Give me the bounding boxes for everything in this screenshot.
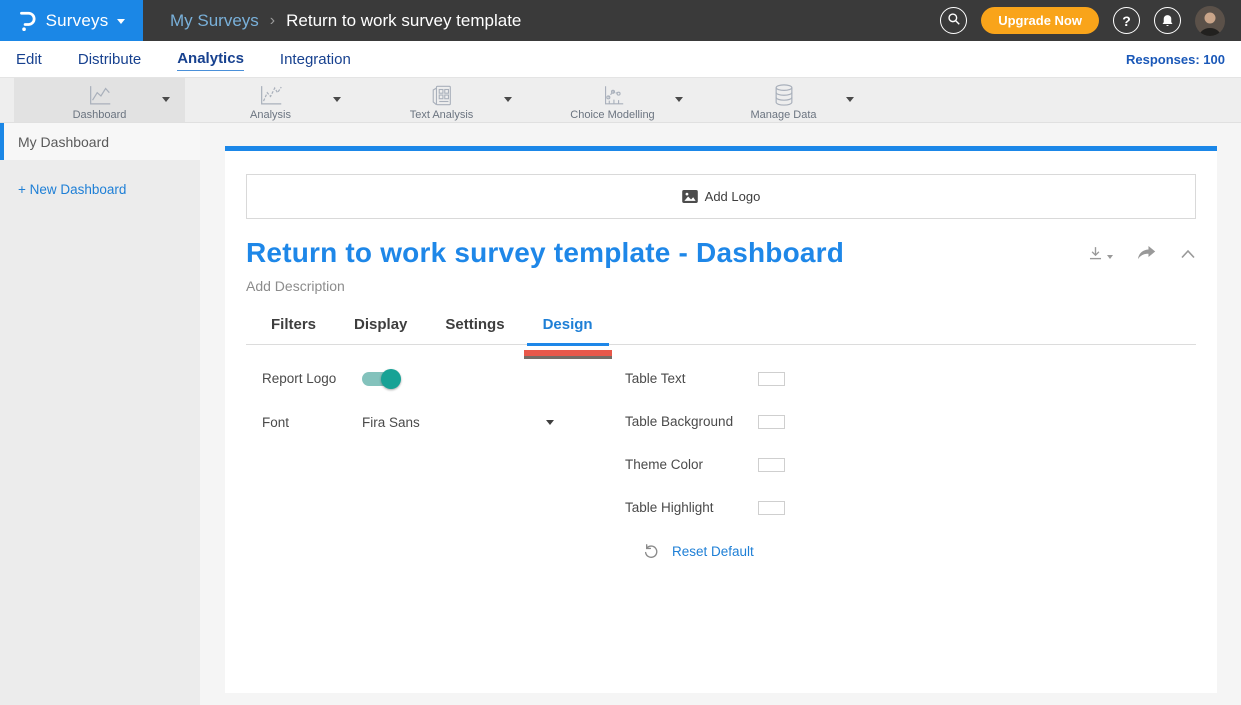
toggle-knob	[381, 369, 401, 389]
toolbar-analysis[interactable]: Analysis	[185, 78, 356, 122]
image-icon	[682, 190, 698, 203]
chevron-down-icon[interactable]	[333, 97, 341, 102]
dashboard-actions	[1087, 237, 1196, 262]
breadcrumb-my-surveys[interactable]: My Surveys	[170, 11, 259, 31]
active-tab-underline	[527, 343, 609, 346]
tab-design-label: Design	[543, 316, 593, 333]
table-text-label: Table Text	[625, 371, 758, 386]
new-dashboard-button[interactable]: + New Dashboard	[18, 182, 200, 197]
report-logo-toggle[interactable]	[362, 372, 398, 386]
toolbar-dashboard[interactable]: Dashboard	[14, 78, 185, 122]
database-icon	[772, 83, 796, 107]
toolbar-item-label: Analysis	[250, 109, 291, 121]
analytics-toolbar: Dashboard Analysis Text Analysis Choice …	[0, 78, 1241, 123]
page-title: Return to work survey template - Dashboa…	[246, 237, 844, 269]
sidebar-item-my-dashboard[interactable]: My Dashboard	[0, 123, 200, 160]
add-logo-label: Add Logo	[705, 189, 761, 204]
download-button[interactable]	[1087, 245, 1113, 262]
toolbar-item-label: Text Analysis	[410, 109, 474, 121]
tab-integration[interactable]: Integration	[280, 49, 351, 70]
chevron-down-icon[interactable]	[675, 97, 683, 102]
collapse-button[interactable]	[1180, 249, 1196, 259]
tab-design[interactable]: Design	[543, 316, 593, 344]
table-background-swatch[interactable]	[758, 415, 785, 429]
tab-settings[interactable]: Settings	[445, 316, 504, 344]
toolbar-item-label: Dashboard	[73, 109, 127, 121]
responses-count[interactable]: Responses: 100	[1126, 52, 1225, 67]
toolbar-choice-modelling[interactable]: Choice Modelling	[527, 78, 698, 122]
search-button[interactable]	[940, 7, 967, 34]
toolbar-manage-data[interactable]: Manage Data	[698, 78, 869, 122]
add-logo-dropzone[interactable]: Add Logo	[246, 174, 1196, 219]
chevron-down-icon	[546, 420, 554, 425]
line-chart-icon	[86, 83, 114, 107]
chevron-down-icon[interactable]	[846, 97, 854, 102]
notifications-button[interactable]	[1154, 7, 1181, 34]
table-text-swatch[interactable]	[758, 372, 785, 386]
table-highlight-swatch[interactable]	[758, 501, 785, 515]
toolbar-text-analysis[interactable]: Text Analysis	[356, 78, 527, 122]
user-avatar[interactable]	[1195, 6, 1225, 36]
chevron-down-icon[interactable]	[504, 97, 512, 102]
breadcrumb-current: Return to work survey template	[286, 11, 521, 31]
topbar-actions: Upgrade Now ?	[940, 0, 1241, 41]
font-label: Font	[262, 415, 362, 430]
breadcrumb-separator: ›	[270, 12, 275, 30]
tab-display[interactable]: Display	[354, 316, 407, 344]
reset-icon	[643, 543, 659, 559]
dashboard-card: Add Logo Return to work survey template …	[225, 146, 1217, 693]
chevron-down-icon	[117, 19, 125, 24]
topbar: Surveys My Surveys › Return to work surv…	[0, 0, 1241, 41]
dashboard-sidebar: My Dashboard + New Dashboard	[0, 123, 200, 705]
breadcrumb: My Surveys › Return to work survey templ…	[170, 0, 521, 41]
dashboard-settings-tabs: Filters Display Settings Design	[246, 316, 1196, 345]
tab-filters[interactable]: Filters	[271, 316, 316, 344]
theme-color-label: Theme Color	[625, 457, 758, 472]
toolbar-item-label: Manage Data	[750, 109, 816, 121]
scatter-chart-icon	[600, 83, 626, 107]
newspaper-icon	[430, 83, 454, 107]
product-name: Surveys	[46, 11, 109, 31]
tab-distribute[interactable]: Distribute	[78, 49, 141, 70]
theme-color-swatch[interactable]	[758, 458, 785, 472]
questionpro-logo-icon	[18, 9, 37, 33]
help-button[interactable]: ?	[1113, 7, 1140, 34]
chevron-down-icon	[1107, 255, 1113, 259]
annotation-highlight	[524, 350, 612, 356]
toolbar-item-label: Choice Modelling	[570, 109, 654, 121]
help-icon: ?	[1122, 13, 1131, 29]
share-button[interactable]	[1137, 246, 1156, 261]
report-logo-label: Report Logo	[262, 371, 362, 386]
bell-icon	[1161, 14, 1174, 28]
survey-nav: Edit Distribute Analytics Integration Re…	[0, 41, 1241, 78]
design-settings-panel: Report Logo Font Fira Sans Table Text	[246, 371, 1196, 559]
tab-edit[interactable]: Edit	[16, 49, 42, 70]
add-description[interactable]: Add Description	[246, 278, 1196, 294]
font-value: Fira Sans	[362, 415, 420, 430]
reset-default-button[interactable]: Reset Default	[643, 543, 785, 559]
table-background-label: Table Background	[625, 414, 758, 429]
trend-chart-icon	[257, 83, 285, 107]
font-dropdown[interactable]: Fira Sans	[362, 415, 554, 430]
sidebar-item-label: My Dashboard	[18, 134, 109, 150]
upgrade-now-button[interactable]: Upgrade Now	[981, 7, 1099, 34]
search-icon	[947, 12, 961, 29]
product-switcher[interactable]: Surveys	[0, 0, 143, 41]
chevron-down-icon[interactable]	[162, 97, 170, 102]
tab-analytics[interactable]: Analytics	[177, 48, 244, 71]
table-highlight-label: Table Highlight	[625, 500, 758, 515]
reset-default-label: Reset Default	[672, 544, 754, 559]
main-content: Add Logo Return to work survey template …	[200, 123, 1241, 705]
